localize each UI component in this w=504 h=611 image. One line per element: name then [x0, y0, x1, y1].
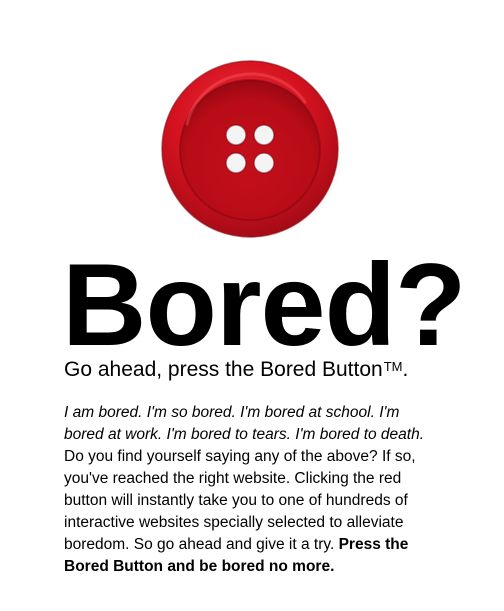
page: Bored? Go ahead, press the Bored ButtonT…	[0, 0, 504, 611]
bored-button[interactable]	[155, 54, 345, 244]
tagline-end: .	[402, 358, 409, 381]
page-title: Bored?	[62, 239, 466, 370]
red-button-icon	[160, 60, 344, 242]
tagline: Go ahead, press the Bored ButtonTM.	[64, 355, 408, 382]
trademark-symbol: TM	[383, 359, 403, 374]
description-italic-intro: I am bored. I'm so bored. I'm bored at s…	[64, 404, 425, 443]
description: I am bored. I'm so bored. I'm bored at s…	[64, 402, 438, 578]
tagline-text: Go ahead, press the Bored Button	[64, 358, 383, 381]
